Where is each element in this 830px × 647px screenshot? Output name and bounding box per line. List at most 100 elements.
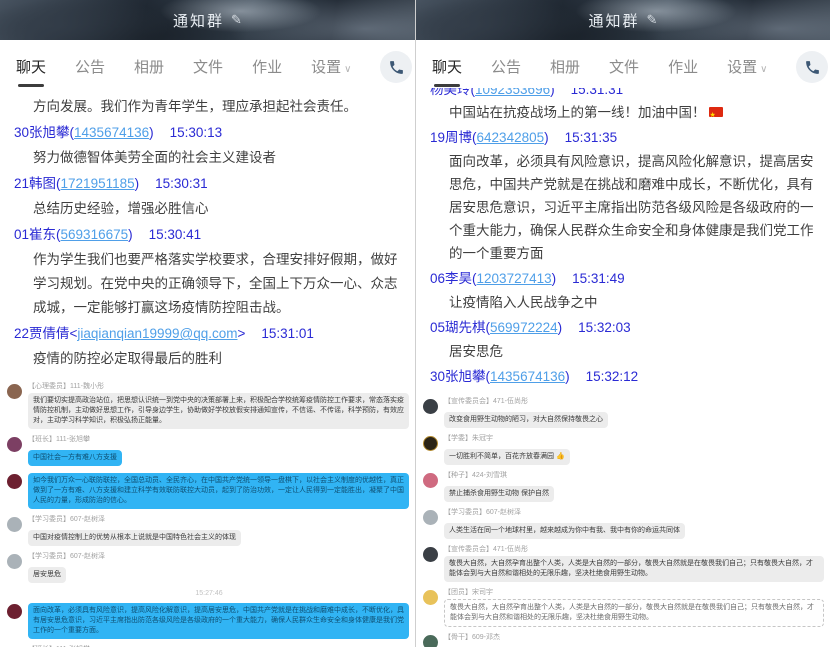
sender-line: 06李昊120372741315:31:49 [430,267,820,290]
avatar [423,473,438,488]
tab-settings[interactable]: 设置∨ [727,56,767,87]
avatar [7,554,22,569]
message-time: 15:32:03 [578,320,631,335]
dual-chat-windows: 通知群 ✎ 聊天 公告 相册 文件 作业 设置∨ 方向发展。我们作为青年学生，理… [0,0,830,647]
mini-sender-name: 【团员】宋司宇 [444,589,824,597]
message-time: 15:31:31 [571,88,624,97]
mini-sender-name: 【宣传委员会】471-伍尚彤 [444,398,824,406]
list-item: 【心理委员】111-魏小彤 我们要切实提高政治站位，把思想认识统一到党中央的决策… [7,383,411,429]
qq-number-link[interactable]: 1435674136 [74,125,149,140]
avatar [423,590,438,605]
mini-sender-name: 【班长】111-张旭攀 [28,436,409,444]
chat-message: 总结历史经验，增强必胜信心 [14,197,405,221]
mini-sender-name: 【心理委员】111-魏小彤 [28,383,409,391]
chat-bubble: 中国社会一方有难八方支援 [28,450,122,466]
qq-number-link[interactable]: 1435674136 [490,369,565,384]
embedded-chat-screenshot: 【宣传委员会】471-伍尚彤 改变食用野生动物的陋习，对大自然保持敬畏之心 【学… [416,388,830,647]
tab-announcement[interactable]: 公告 [75,56,105,87]
tab-settings[interactable]: 设置∨ [311,56,351,87]
group-header: 通知群 ✎ [416,0,830,40]
chat-window-right: 通知群 ✎ 聊天 公告 相册 文件 作业 设置∨ 杨美玲109235369615… [415,0,830,647]
message-time: 15:30:13 [170,125,223,140]
edit-title-icon[interactable]: ✎ [647,12,658,28]
message-time: 15:32:12 [586,369,639,384]
tab-chat[interactable]: 聊天 [432,56,462,87]
list-item: 【骨干】609-邓杰 人类是一个命运共同体，要深化全球协作共同应对危机。 [423,634,826,647]
sender-line: 30张旭攀143567413615:30:13 [14,121,405,145]
qq-number-link[interactable]: 642342805 [477,130,545,145]
list-item: 面向改革，必须具有风险意识，提高风险化解意识，提高居安思危，中国共产党就是在挑战… [7,603,411,639]
message-time: 15:30:41 [149,227,202,242]
chat-bubble: 禁止捕杀食用野生动物 保护自然 [444,486,554,502]
avatar [7,474,22,489]
mini-sender-name: 【学习委员】607-赵树泽 [28,516,409,524]
chat-bubble: 一切胜利不简单，百花齐放春满园 👍 [444,449,570,465]
mini-sender-name: 【学习委员】607-赵树泽 [28,553,409,561]
sender-line: 21韩图172195118515:30:31 [14,172,405,196]
chat-log: 方向发展。我们作为青年学生，理应承担起社会责任。 30张旭攀1435674136… [0,88,415,373]
list-item: 【宣传委员会】471-伍尚彤 改变食用野生动物的陋习，对大自然保持敬畏之心 [423,398,826,428]
tab-homework[interactable]: 作业 [668,56,698,87]
qq-number-link[interactable]: 569316675 [61,227,129,242]
tab-files[interactable]: 文件 [193,56,223,87]
avatar [423,635,438,647]
chevron-down-icon: ∨ [760,64,767,75]
chat-message: 努力做德智体美劳全面的社会主义建设者 [14,146,405,170]
tab-chat[interactable]: 聊天 [16,56,46,87]
tab-announcement[interactable]: 公告 [491,56,521,87]
edit-title-icon[interactable]: ✎ [231,12,242,28]
chat-window-left: 通知群 ✎ 聊天 公告 相册 文件 作业 设置∨ 方向发展。我们作为青年学生，理… [0,0,415,647]
chat-message: 疫情的防控必定取得最后的胜利 [14,347,405,371]
mini-sender-name: 【学委】朱冠宇 [444,435,824,443]
list-item: 【学习委员】607-赵树泽 中国对疫情控制上的优势从根本上说就是中国特色社会主义… [7,516,411,546]
chat-bubble: 人类生活在同一个地球村里，越来越成为你中有我、我中有你的命运共同体 [444,523,685,539]
sender-line: 19周博64234280515:31:35 [430,126,820,149]
avatar [423,510,438,525]
qq-number-link[interactable]: 1721951185 [61,176,135,191]
tab-bar: 聊天 公告 相册 文件 作业 设置∨ [0,40,415,88]
list-item: 【宣传委员会】471-伍尚彤 敬畏大自然，大自然孕育出整个人类，人类是大自然的一… [423,546,826,582]
group-header: 通知群 ✎ [0,0,415,40]
list-item: 【学习委员】607-赵树泽 居安思危 [7,553,411,583]
tab-album[interactable]: 相册 [550,56,580,87]
avatar [423,436,438,451]
qq-number-link[interactable]: 1203727413 [477,271,552,286]
mini-sender-name: 【种子】424-刘雪琪 [444,472,824,480]
avatar [7,604,22,619]
chat-bubble: 如今我们万众一心联防联控，全国总动员、全民齐心，在中国共产党统一领导一盘棋下，以… [28,473,409,509]
chat-message: 方向发展。我们作为青年学生，理应承担起社会责任。 [14,95,405,119]
list-item: 【学习委员】607-赵树泽 人类生活在同一个地球村里，越来越成为你中有我、我中有… [423,509,826,539]
clipped-sender-line: 杨美玲109235369615:31:31 [430,88,820,100]
chat-message: 作为学生我们也要严格落实学校要求，合理安排好假期，做好学习规划。在党中央的正确领… [14,248,405,320]
avatar [7,437,22,452]
list-item: 【团员】宋司宇 敬畏大自然，大自然孕育出整个人类，人类是大自然的一部分，敬畏大自… [423,589,826,627]
email-link[interactable]: jiaqianqian19999@qq.com [77,326,237,341]
chat-message: 中国站在抗疫战场上的第一线！加油中国！ [430,101,820,124]
sender-line: 22贾倩倩jiaqianqian19999@qq.com15:31:01 [14,322,405,346]
tab-album[interactable]: 相册 [134,56,164,87]
sender-line: 01崔东56931667515:30:41 [14,223,405,247]
qq-number-link[interactable]: 569972224 [490,320,558,335]
chat-bubble: 我们要切实提高政治站位，把思想认识统一到党中央的决策部署上来，积极配合学校统筹疫… [28,393,409,429]
avatar [7,517,22,532]
sender-line: 30张旭攀143567413615:32:12 [430,365,820,388]
mini-sender-name: 【骨干】609-邓杰 [444,634,824,642]
list-item: 【班长】111-张旭攀 中国社会一方有难八方支援 [7,436,411,466]
message-time: 15:31:35 [565,130,618,145]
list-item: 【学委】朱冠宇 一切胜利不简单，百花齐放春满园 👍 [423,435,826,465]
qq-number-link[interactable]: 1092353696 [475,88,550,97]
list-item: 如今我们万众一心联防联控，全国总动员、全民齐心，在中国共产党统一领导一盘棋下，以… [7,473,411,509]
chat-message: 让疫情陷入人民战争之中 [430,291,820,314]
voice-call-button[interactable] [380,51,412,83]
chat-bubble: 居安思危 [28,567,66,583]
voice-call-button[interactable] [796,51,828,83]
tab-bar: 聊天 公告 相册 文件 作业 设置∨ [416,40,830,88]
chat-bubble: 中国对疫情控制上的优势从根本上说就是中国特色社会主义的体现 [28,530,241,546]
list-item: 【种子】424-刘雪琪 禁止捕杀食用野生动物 保护自然 [423,472,826,502]
chat-bubble: 面向改革，必须具有风险意识，提高风险化解意识，提高居安思危，中国共产党就是在挑战… [28,603,409,639]
tab-files[interactable]: 文件 [609,56,639,87]
tab-homework[interactable]: 作业 [252,56,282,87]
mini-sender-name: 【宣传委员会】471-伍尚彤 [444,546,824,554]
avatar [423,547,438,562]
message-time: 15:31:01 [261,326,314,341]
